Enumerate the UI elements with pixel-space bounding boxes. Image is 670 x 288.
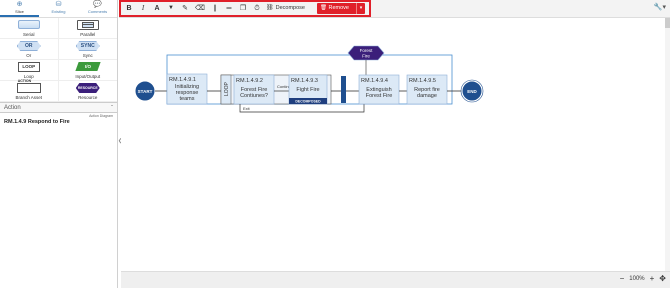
section-title: Action <box>4 105 21 111</box>
shape-or[interactable]: OR Or <box>0 39 59 60</box>
node-id: RM.1.4.9.1 <box>169 77 196 83</box>
shape-label: Serial <box>22 32 35 37</box>
node-text: Fight Fire <box>296 87 319 93</box>
remove-label: Remove <box>328 5 349 11</box>
zoom-out-button[interactable]: − <box>620 275 625 283</box>
selected-action-title[interactable]: RM.1.4.9 Respond to Fire <box>0 118 117 126</box>
panel-tabs: ⊕ Slice ⛁ Existing 💬 Comments <box>0 0 117 18</box>
shape-label: Or <box>26 53 32 58</box>
timer-icon[interactable]: ⏱ <box>253 3 261 14</box>
remove-button[interactable]: 🗑 Remove ▾ <box>317 3 365 14</box>
node-text: teams <box>180 96 195 102</box>
decompose-button[interactable]: ⛓ Decompose <box>266 3 305 14</box>
fit-to-screen-icon[interactable]: ✥ <box>659 275 666 283</box>
copy-icon[interactable]: ❐ <box>239 3 247 14</box>
loop-shape-icon: LOOP <box>17 62 40 72</box>
shape-branch-asset[interactable]: ACTION Branch Asset <box>0 79 59 102</box>
node-text: Forest Fire <box>366 93 393 99</box>
shape-resource[interactable]: RESOURCE Resource <box>58 81 117 102</box>
eraser-icon[interactable]: ⌫ <box>195 3 205 14</box>
start-label: START <box>138 89 153 94</box>
io-shape-tag: I/O <box>84 64 91 69</box>
collapse-icon[interactable]: - <box>111 103 113 109</box>
trash-icon: 🗑 <box>320 5 327 11</box>
comments-icon: 💬 <box>93 1 102 8</box>
decomposed-label: DECOMPOSED <box>295 100 321 104</box>
pen-icon[interactable]: ✎ <box>181 3 189 14</box>
database-icon: ⛁ <box>55 1 62 8</box>
node-id: RM.1.4.9.4 <box>361 78 388 84</box>
status-bar: − 100% + ✥ <box>121 271 670 288</box>
shape-input-output[interactable]: I/O Input/Output <box>58 60 117 81</box>
resource-shape-icon: RESOURCE <box>75 83 100 93</box>
branch-shape-tag: ACTION <box>17 79 32 83</box>
fill-icon[interactable]: ▼ <box>167 3 175 14</box>
shape-loop[interactable]: LOOP Loop <box>0 60 59 81</box>
unlink-icon: ⛓ <box>266 5 274 11</box>
shape-sync[interactable]: SYNC Sync <box>58 39 117 60</box>
node-id: RM.1.4.9.5 <box>409 78 436 84</box>
align-icon[interactable]: ═ <box>225 3 233 14</box>
italic-button[interactable]: I <box>139 3 147 14</box>
node-id: RM.1.4.9.2 <box>236 78 263 84</box>
format-toolbar: B I A ▼ ✎ ⌫ ∥ ═ ❐ ⏱ ⛓ Decompose 🗑 Remove… <box>119 0 670 18</box>
tab-slice[interactable]: ⊕ Slice <box>0 0 39 17</box>
diagram-svg: START RM.1.4.9.1 Initializing response t… <box>134 45 484 113</box>
diagram-canvas[interactable]: START RM.1.4.9.1 Initializing response t… <box>121 18 670 271</box>
end-label: END <box>467 89 477 94</box>
resource-text: Forest <box>360 48 374 53</box>
shape-label: Sync <box>82 53 93 58</box>
exit-label: Exit <box>243 106 251 111</box>
serial-shape-icon <box>17 20 40 29</box>
vertical-scrollbar[interactable] <box>665 18 670 271</box>
node-text: damage <box>417 93 437 99</box>
tab-comments[interactable]: 💬 Comments <box>78 0 117 17</box>
decompose-label: Decompose <box>275 5 305 11</box>
sync-bar[interactable] <box>341 76 346 103</box>
pause-icon[interactable]: ∥ <box>211 3 219 14</box>
plus-circle-icon: ⊕ <box>16 1 23 8</box>
tab-comments-label: Comments <box>87 9 108 14</box>
left-panel: ⊕ Slice ⛁ Existing 💬 Comments Serial Par… <box>0 0 118 288</box>
branch-shape-icon: ACTION <box>16 79 41 93</box>
node-text: Contiunes? <box>240 93 268 99</box>
zoom-level: 100% <box>629 276 645 282</box>
or-shape-icon: OR <box>16 41 41 51</box>
shape-label: Input/Output <box>75 74 101 79</box>
zoom-controls: − 100% + ✥ <box>620 275 666 283</box>
tab-existing-label: Existing <box>51 9 66 14</box>
action-section-header[interactable]: Action - <box>0 102 117 113</box>
scrollbar-thumb[interactable] <box>665 18 670 28</box>
parallel-shape-icon <box>76 20 99 30</box>
shape-label: Parallel <box>80 32 96 37</box>
shape-label: Resource <box>78 95 98 100</box>
tab-existing[interactable]: ⛁ Existing <box>39 0 78 17</box>
shape-palette: Serial Parallel OR Or SYNC Sync LOOP Loo… <box>0 18 117 102</box>
shape-serial[interactable]: Serial <box>0 18 59 39</box>
shape-parallel[interactable]: Parallel <box>58 18 117 39</box>
sync-shape-icon: SYNC <box>75 41 100 51</box>
tab-slice-label: Slice <box>15 9 24 14</box>
node-id: RM.1.4.9.3 <box>291 78 318 84</box>
io-shape-icon: I/O <box>75 62 101 71</box>
chevron-down-icon[interactable]: ▾ <box>356 3 365 14</box>
bold-button[interactable]: B <box>125 3 133 14</box>
wrench-icon[interactable]: 🔧▾ <box>654 3 666 11</box>
font-color-button[interactable]: A <box>153 3 161 14</box>
exit-connector <box>239 104 365 113</box>
zoom-in-button[interactable]: + <box>650 275 655 283</box>
loop-label: LOOP <box>224 81 230 96</box>
shape-label: Branch Asset <box>15 95 42 100</box>
resource-text: Fire <box>362 54 370 59</box>
